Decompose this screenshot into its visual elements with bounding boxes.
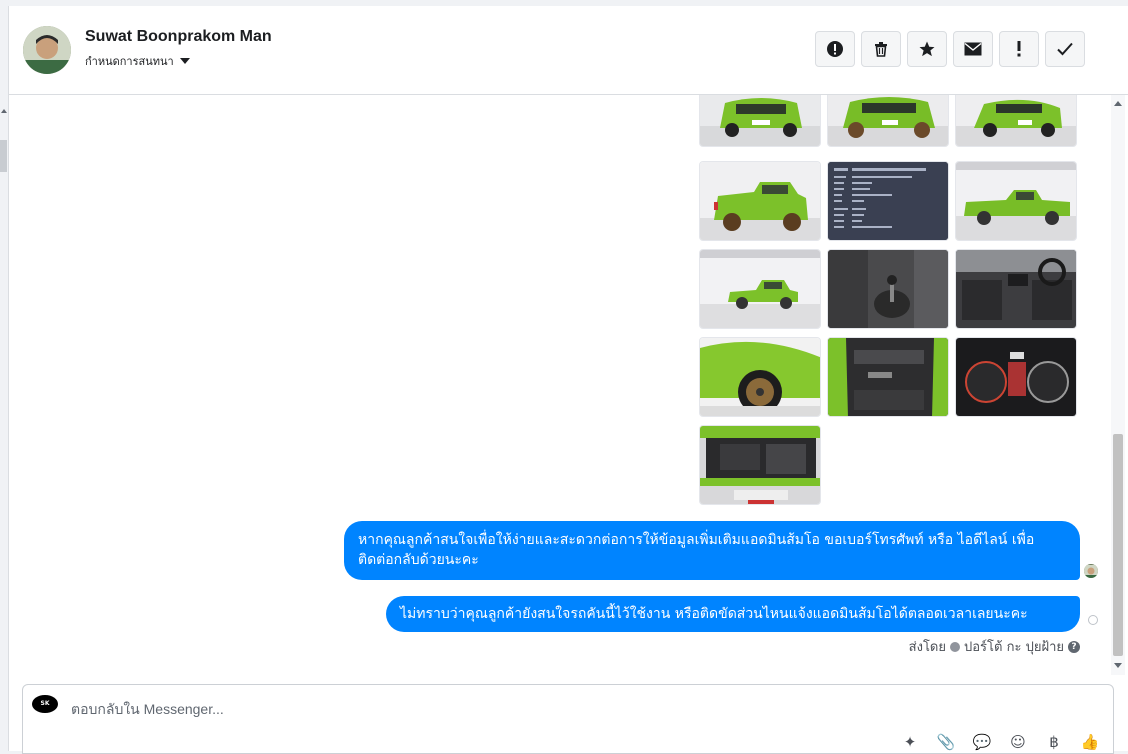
caret-down-icon bbox=[179, 58, 190, 64]
gauge-photo[interactable] bbox=[955, 337, 1077, 417]
dashboard-photo[interactable] bbox=[955, 249, 1077, 329]
scroll-up-icon[interactable] bbox=[1114, 101, 1122, 106]
sent-by-info: ส่งโดย ปอร์โต้ กะ ปุยฝ้าย ? bbox=[909, 636, 1080, 657]
chat-bubble-icon[interactable]: 💬 bbox=[971, 731, 993, 753]
saved-reply-icon[interactable]: ✦ bbox=[899, 731, 921, 753]
star-icon bbox=[919, 41, 935, 57]
reply-box[interactable]: SK ตอบกลับใน Messenger... ✦ 📎 💬 ☺ ฿ 👍 bbox=[22, 684, 1114, 754]
conversation-header: Suwat Boonprakom Man กำหนดการสนทนา bbox=[9, 6, 1128, 95]
paperclip-icon[interactable]: 📎 bbox=[935, 731, 957, 753]
car-photo[interactable] bbox=[827, 95, 949, 147]
message-bubble[interactable]: ไม่ทราบว่าคุณลูกค้ายังสนใจรถคันนี้ไว้ใช้… bbox=[386, 596, 1080, 632]
sent-by-sender[interactable]: ปอร์โต้ กะ ปุยฝ้าย bbox=[964, 636, 1064, 657]
contact-name[interactable]: Suwat Boonprakom Man bbox=[85, 28, 272, 46]
checkmark-icon bbox=[1057, 42, 1073, 56]
reply-tools: ✦ 📎 💬 ☺ ฿ 👍 bbox=[899, 731, 1101, 753]
message-thread[interactable]: หากคุณลูกค้าสนใจเพื่อให้ง่ายและสะดวกต่อก… bbox=[9, 95, 1128, 675]
car-photo[interactable] bbox=[955, 95, 1077, 147]
sent-by-label: ส่งโดย bbox=[908, 640, 946, 655]
emoji-icon[interactable]: ☺ bbox=[1007, 731, 1029, 753]
star-button[interactable] bbox=[907, 31, 947, 67]
wheel-photo[interactable] bbox=[699, 337, 821, 417]
door-photo[interactable] bbox=[827, 337, 949, 417]
left-edge bbox=[0, 0, 8, 751]
scroll-up-arrow-icon[interactable] bbox=[1, 108, 7, 114]
conversation-settings[interactable]: กำหนดการสนทนา bbox=[85, 52, 190, 70]
header-actions bbox=[815, 31, 1085, 67]
thread-scrollbar[interactable] bbox=[1111, 95, 1125, 675]
trash-icon bbox=[875, 42, 887, 57]
gear-shifter-photo[interactable] bbox=[827, 249, 949, 329]
help-icon[interactable]: ? bbox=[1068, 640, 1080, 653]
car-photo[interactable] bbox=[955, 161, 1077, 241]
baht-icon[interactable]: ฿ bbox=[1043, 731, 1065, 753]
mark-unread-button[interactable] bbox=[953, 31, 993, 67]
spec-sheet-photo[interactable] bbox=[827, 161, 949, 241]
delete-button[interactable] bbox=[861, 31, 901, 67]
thumbs-up-icon[interactable]: 👍 bbox=[1079, 731, 1101, 753]
alert-circle-icon bbox=[827, 41, 843, 57]
message-bubble[interactable]: หากคุณลูกค้าสนใจเพื่อให้ง่ายและสะดวกต่อก… bbox=[344, 521, 1080, 580]
avatar[interactable] bbox=[23, 26, 71, 74]
car-photo[interactable] bbox=[699, 161, 821, 241]
envelope-icon bbox=[964, 42, 982, 56]
sender-avatar bbox=[1084, 564, 1098, 578]
verified-dot-icon bbox=[950, 641, 960, 652]
outer-scrollbar-thumb[interactable] bbox=[0, 140, 7, 172]
page-logo: SK bbox=[32, 695, 58, 713]
scroll-down-icon[interactable] bbox=[1114, 663, 1122, 668]
car-photo[interactable] bbox=[699, 249, 821, 329]
reply-input[interactable]: ตอบกลับใน Messenger... bbox=[71, 699, 224, 721]
car-photo[interactable] bbox=[699, 95, 821, 147]
mark-done-button[interactable] bbox=[1045, 31, 1085, 67]
sent-status-icon bbox=[1088, 615, 1098, 625]
exclamation-icon bbox=[1017, 41, 1021, 57]
report-button[interactable] bbox=[815, 31, 855, 67]
engine-photo[interactable] bbox=[699, 425, 821, 505]
conversation-settings-label: กำหนดการสนทนา bbox=[85, 55, 174, 68]
scrollbar-thumb[interactable] bbox=[1113, 434, 1123, 656]
mark-spam-button[interactable] bbox=[999, 31, 1039, 67]
conversation-panel: Suwat Boonprakom Man กำหนดการสนทนา หากคุ… bbox=[8, 6, 1128, 754]
